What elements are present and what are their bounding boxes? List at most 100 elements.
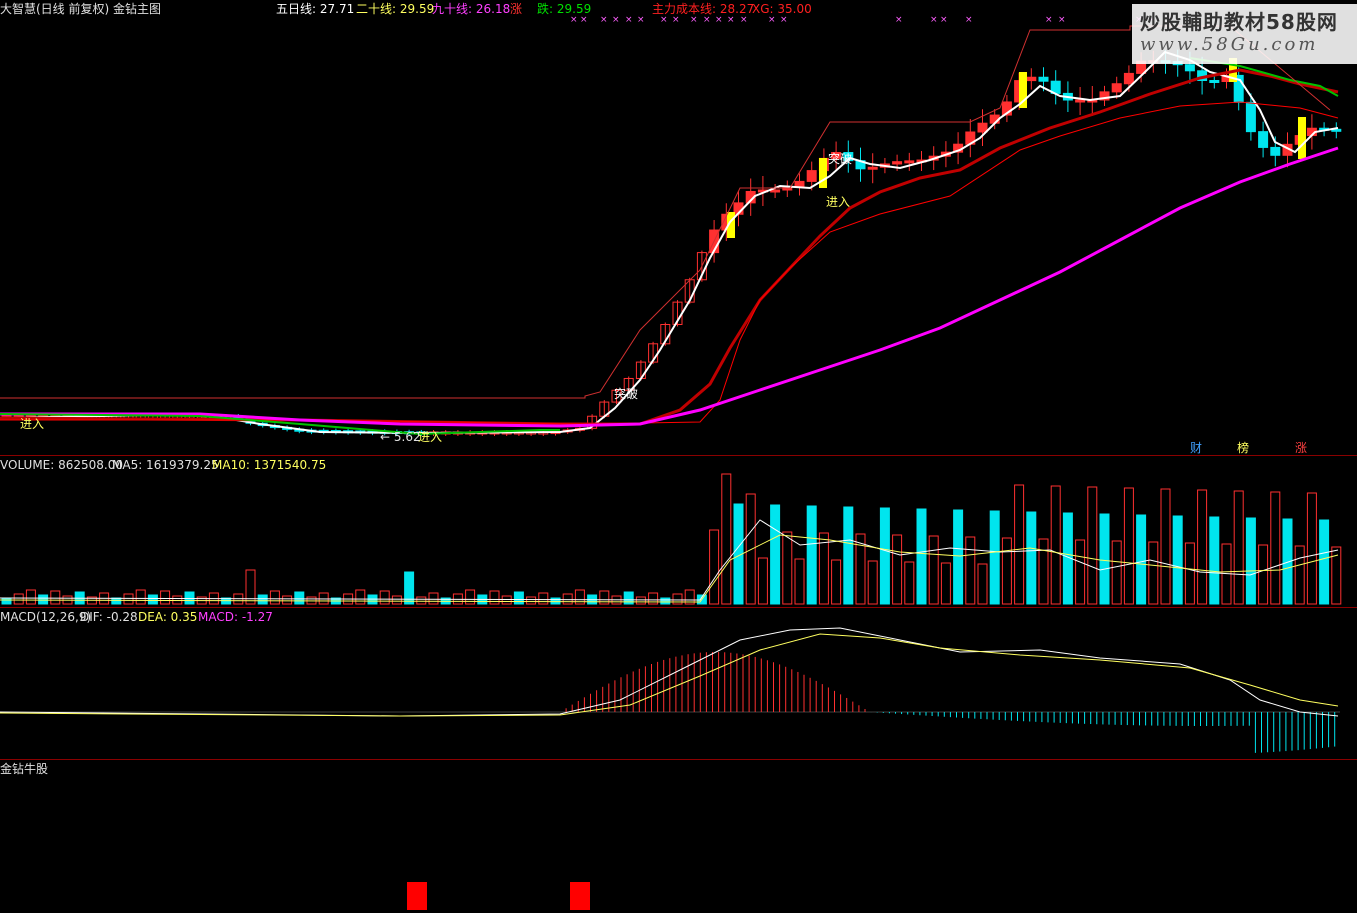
volume-bar [1233,490,1244,605]
volume-bar [940,562,951,605]
volume-bar [977,563,988,605]
signal-marker: × [895,15,903,25]
signal-marker: × [660,15,668,25]
volume-bar [794,558,805,605]
candle-body [1270,146,1281,156]
breakthrough-label-2: 突破 [828,152,853,166]
volume-bar [1123,487,1134,605]
volume-bar [892,534,903,605]
volume-bar [465,589,476,605]
candle-body [1258,131,1269,148]
ma20-line [0,68,1339,426]
candle-body [977,122,988,133]
volume-bar [770,504,781,605]
candle-body [1026,76,1037,82]
volume-bar [745,493,756,605]
volume-bar [989,510,1000,605]
candle-body [892,161,903,165]
volume-bar [489,590,500,605]
volume-bar [843,506,854,605]
watermark-url: www.58Gu.com [1140,34,1319,55]
volume-bar [257,594,268,605]
tag-cai: 财 [1190,441,1203,455]
candle-body [806,170,817,182]
signal-marker: × [930,15,938,25]
volume-bar [160,590,171,605]
volume-bar [1197,489,1208,605]
candle-body [1245,101,1256,133]
volume-bar [806,505,817,605]
volume-bar [867,560,878,605]
volume-bar [1245,517,1256,605]
signal-candle [819,158,827,188]
volume-bar [391,595,402,605]
volume-bar [1014,484,1025,605]
volume-bar [135,589,146,605]
volume-bar [660,597,671,605]
candle-body [1075,99,1086,103]
volume-bar [916,508,927,605]
volume-bar [635,596,646,605]
signal-marker: × [715,15,723,25]
volume-bar [123,593,134,605]
signal-marker: × [637,15,645,25]
dif-line [0,627,1339,717]
signal-marker: × [727,15,735,25]
volume-bar [721,473,732,605]
volume-bar [355,589,366,605]
volume-bar [1136,514,1147,605]
volume-bar [1184,542,1195,605]
enter-label-3: 进入 [826,195,851,209]
signal-marker: × [740,15,748,25]
volume-bar [111,597,122,605]
watermark-title: 炒股輔助教材58股网 [1140,10,1338,34]
candle-body [1184,64,1195,72]
volume-bar [1258,544,1269,605]
volume-bar [953,509,964,605]
volume-bar [757,557,768,605]
low-price-label: ← 5.62 [380,430,421,444]
candle-body [1111,83,1122,93]
volume-bar [1306,492,1317,605]
volume-bar [1294,545,1305,605]
cost-line [0,101,1339,425]
ma90-line [0,146,1339,428]
volume-bar [879,507,890,605]
volume-bar [709,529,720,605]
volume-bar [1172,515,1183,605]
signal-marker: × [780,15,788,25]
volume-bar [282,595,293,605]
candle-body [904,160,915,164]
volume-bar [38,594,49,605]
signal-block [570,882,590,910]
volume-bar [562,593,573,605]
volume-bar [147,594,158,605]
volume-bar [538,592,549,605]
volume-bar [1026,511,1037,605]
signal-marker: × [703,15,711,25]
enter-label-1: 进入 [20,417,45,431]
signal-candle [1298,117,1306,159]
volume-bar [550,597,561,605]
signal-marker: × [768,15,776,25]
signal-marker: × [612,15,620,25]
volume-bar [13,593,24,605]
volume-bar [831,559,842,605]
volume-bar [294,591,305,605]
signal-marker: × [570,15,578,25]
signal-marker: × [672,15,680,25]
volume-bar [1160,488,1171,605]
signal-marker: × [1058,15,1066,25]
volume-bar [904,561,915,605]
stock-chart: ×××××××××××××××××××××××× [0,15,1342,910]
volume-bar [1148,541,1159,605]
volume-bar [1038,538,1049,605]
volume-bar [501,595,512,605]
signal-block [407,882,427,910]
volume-bar [1050,485,1061,605]
enter-label-2: 进入 [418,430,443,444]
signal-marker: × [965,15,973,25]
volume-bar [1001,537,1012,605]
volume-bar [25,589,36,605]
tag-zhang: 涨 [1295,441,1308,455]
